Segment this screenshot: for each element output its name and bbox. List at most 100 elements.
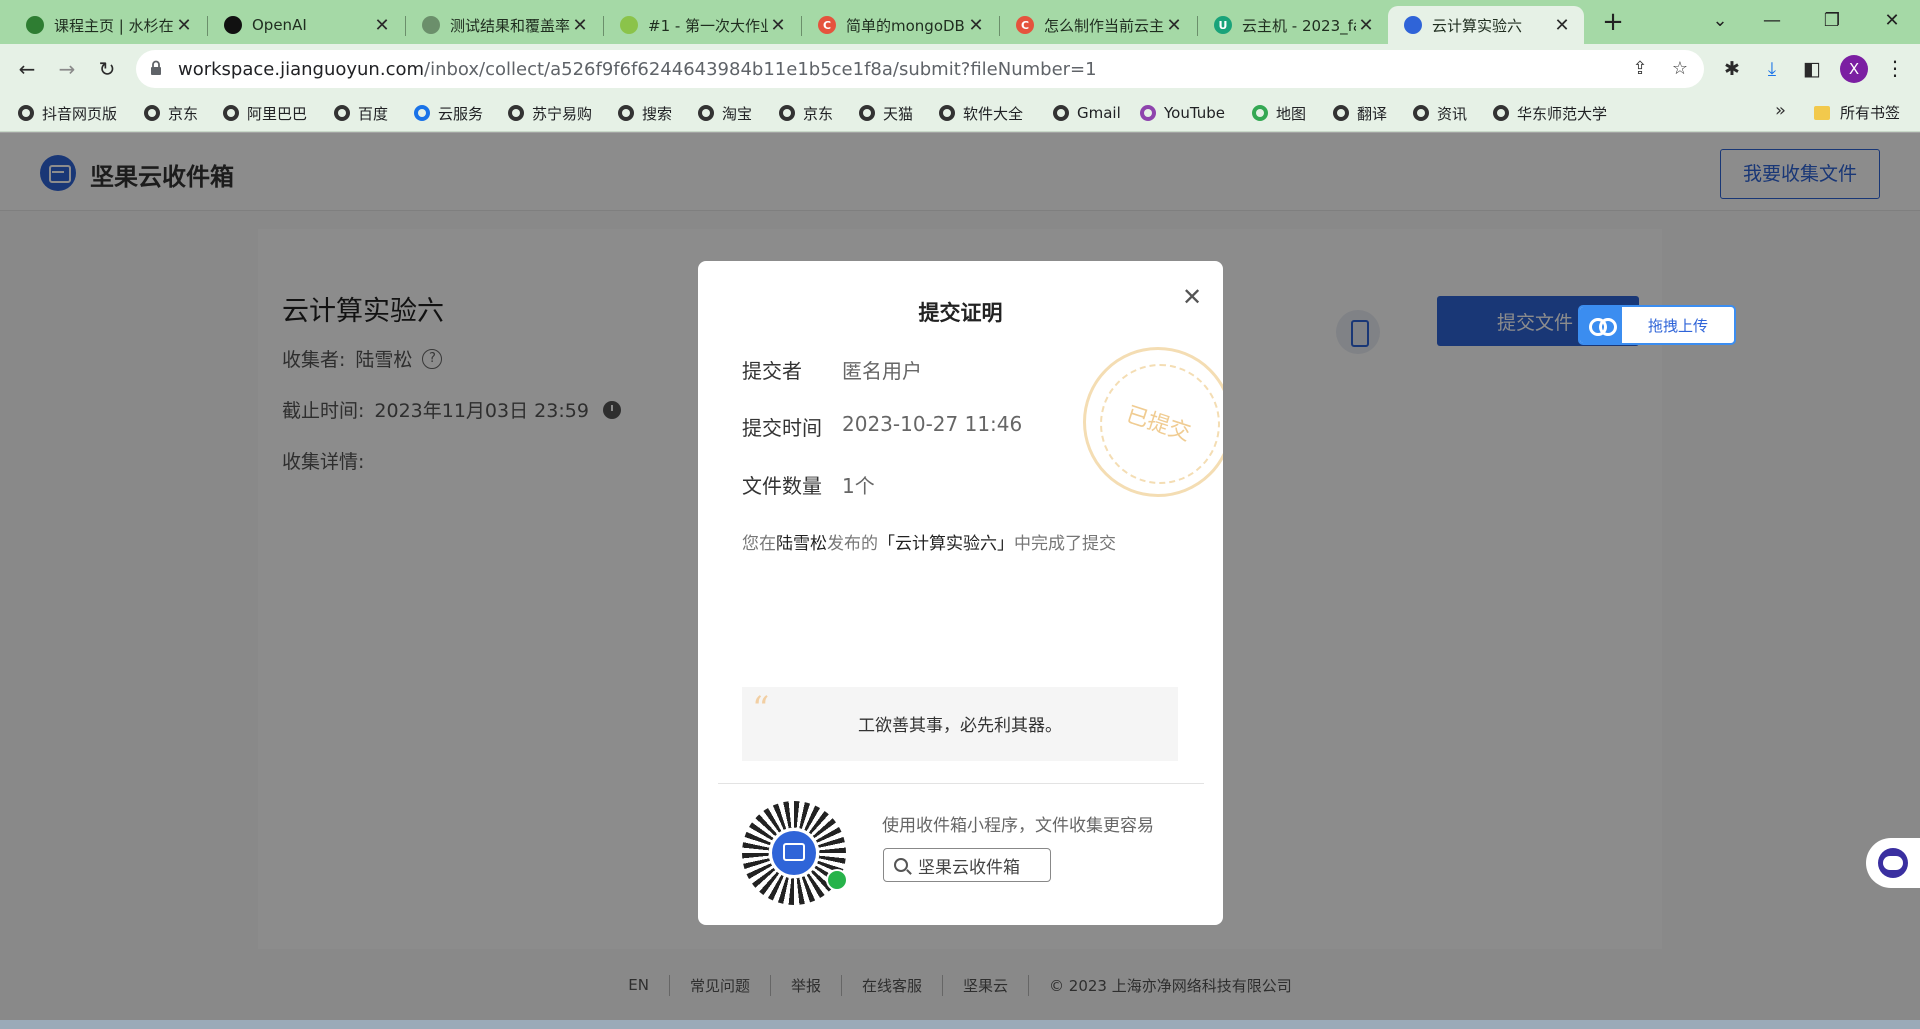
mini-program-search-box[interactable]: 坚果云收件箱 xyxy=(883,848,1051,882)
file-count-label: 文件数量 xyxy=(742,474,822,498)
side-panel-icon[interactable]: ◧ xyxy=(1798,55,1826,83)
bookmark-label: 云服务 xyxy=(438,104,484,123)
bookmark-item[interactable]: Gmail xyxy=(1053,102,1121,124)
close-icon[interactable]: ✕ xyxy=(372,15,392,36)
bookmark-item[interactable]: 京东 xyxy=(779,102,833,124)
inbox-logo-icon xyxy=(772,831,816,875)
globe-icon xyxy=(144,105,160,121)
close-icon[interactable]: ✕ xyxy=(768,15,788,36)
address-bar[interactable]: workspace.jianguoyun.com/inbox/collect/a… xyxy=(136,50,1704,88)
bookmark-label: 阿里巴巴 xyxy=(247,104,308,123)
bookmark-item[interactable]: 搜索 xyxy=(618,102,672,124)
close-icon[interactable]: ✕ xyxy=(1552,15,1572,36)
bookmark-item[interactable]: 软件大全 xyxy=(939,102,1023,124)
globe-icon xyxy=(698,105,714,121)
forward-button[interactable]: → xyxy=(52,54,82,84)
bookmark-item[interactable]: 华东师范大学 xyxy=(1493,102,1607,124)
globe-icon xyxy=(334,105,350,121)
browser-menu-icon[interactable]: ⋮ xyxy=(1880,54,1910,84)
globe-icon xyxy=(1333,105,1349,121)
tab-mongodb[interactable]: C 简单的mongoDB ✕ xyxy=(802,6,998,44)
tab-cloud-host-howto[interactable]: C 怎么制作当前云主 ✕ xyxy=(1000,6,1196,44)
assistant-float-button[interactable] xyxy=(1866,838,1920,888)
url-path: /inbox/collect/a526f9f6f6244643984b11e1b… xyxy=(424,59,1097,80)
close-icon[interactable]: ✕ xyxy=(174,15,194,36)
file-count-value: 1个 xyxy=(842,474,875,498)
tab-favicon-icon: U xyxy=(1214,16,1232,34)
tab-first-assignment[interactable]: #1 - 第一次大作业 ✕ xyxy=(604,6,800,44)
submitter-value: 匿名用户 xyxy=(842,359,922,383)
bookmark-item[interactable]: 淘宝 xyxy=(698,102,752,124)
globe-icon xyxy=(1053,105,1069,121)
restore-button[interactable]: ❐ xyxy=(1812,6,1852,36)
browser-tab-strip: 课程主页 | 水杉在 ✕ OpenAI ✕ 测试结果和覆盖率 ✕ #1 - 第一… xyxy=(0,0,1920,44)
bookmark-item[interactable]: 资讯 xyxy=(1413,102,1467,124)
bookmark-item[interactable]: 苏宁易购 xyxy=(508,102,592,124)
bookmark-item[interactable]: 阿里巴巴 xyxy=(223,102,307,124)
csdn-icon: C xyxy=(818,16,836,34)
share-icon[interactable]: ⇪ xyxy=(1628,58,1652,82)
map-pin-icon xyxy=(1252,105,1268,121)
tab-favicon-icon xyxy=(620,16,638,34)
stamp-text: 已提交 xyxy=(1122,402,1194,447)
close-icon[interactable]: ✕ xyxy=(1164,15,1184,36)
bookmark-label: 搜索 xyxy=(642,104,673,123)
bookmark-item[interactable]: YouTube xyxy=(1140,102,1225,124)
openai-icon xyxy=(422,16,440,34)
tab-course-home[interactable]: 课程主页 | 水杉在 ✕ xyxy=(10,6,206,44)
bookmark-star-icon[interactable]: ☆ xyxy=(1668,58,1692,82)
globe-icon xyxy=(1493,105,1509,121)
bookmark-item[interactable]: 百度 xyxy=(334,102,388,124)
bookmark-label: 资讯 xyxy=(1437,104,1468,123)
download-icon[interactable]: ⤓ xyxy=(1758,55,1786,83)
bookmark-label: 苏宁易购 xyxy=(532,104,593,123)
quote-text: 工欲善其事，必先利其器。 xyxy=(858,716,1062,736)
profile-avatar[interactable]: X xyxy=(1840,55,1868,83)
tab-cloud-host[interactable]: U 云主机 - 2023_fa ✕ xyxy=(1198,6,1388,44)
minimize-button[interactable]: — xyxy=(1752,6,1792,36)
url-host: workspace.jianguoyun.com xyxy=(178,59,425,80)
extensions-icon[interactable]: ✱ xyxy=(1718,55,1746,83)
close-icon[interactable]: ✕ xyxy=(966,15,986,36)
reload-button[interactable]: ↻ xyxy=(92,54,122,84)
globe-icon xyxy=(1413,105,1429,121)
tab-cloud-lab6[interactable]: 云计算实验六 ✕ xyxy=(1388,6,1584,44)
bookmark-item[interactable]: 天猫 xyxy=(859,102,913,124)
bookmark-item[interactable]: 翻译 xyxy=(1333,102,1387,124)
globe-icon xyxy=(779,105,795,121)
bookmark-label: Gmail xyxy=(1077,104,1121,122)
bookmark-item[interactable]: 地图 xyxy=(1252,102,1306,124)
lock-icon[interactable] xyxy=(150,60,162,76)
close-icon[interactable]: ✕ xyxy=(570,15,590,36)
bookmark-item[interactable]: 云服务 xyxy=(414,102,483,124)
bookmark-item[interactable]: 抖音网页版 xyxy=(18,102,117,124)
bookmark-label: 京东 xyxy=(803,104,834,123)
file-count-row: 文件数量 1个 xyxy=(742,470,875,499)
tab-label: #1 - 第一次大作业 xyxy=(648,16,768,35)
tab-test-results[interactable]: 测试结果和覆盖率 ✕ xyxy=(406,6,602,44)
globe-icon xyxy=(939,105,955,121)
bookmarks-bar: 抖音网页版 京东 阿里巴巴 百度 云服务 苏宁易购 搜索 淘宝 京东 天猫 软件… xyxy=(0,94,1920,132)
mini-program-icon xyxy=(826,869,848,891)
new-tab-button[interactable]: + xyxy=(1598,8,1628,38)
tab-search-icon[interactable]: ⌄ xyxy=(1700,6,1740,36)
bookmark-label: 翻译 xyxy=(1357,104,1388,123)
bookmark-label: 百度 xyxy=(358,104,389,123)
bookmark-label: 京东 xyxy=(168,104,199,123)
tab-label: 测试结果和覆盖率 xyxy=(450,16,570,35)
bookmarks-overflow-button[interactable]: » xyxy=(1775,100,1786,121)
msg-prefix: 您在 xyxy=(742,534,776,554)
close-icon[interactable]: ✕ xyxy=(1176,281,1208,313)
window-close-button[interactable]: ✕ xyxy=(1872,6,1912,36)
search-icon xyxy=(894,858,908,872)
bookmark-label: 淘宝 xyxy=(722,104,753,123)
close-icon[interactable]: ✕ xyxy=(1356,15,1376,36)
msg-person: 陆雪松 xyxy=(776,534,827,554)
globe-icon xyxy=(859,105,875,121)
drag-upload-widget[interactable]: 拖拽上传 xyxy=(1578,305,1736,345)
all-bookmarks-folder[interactable]: 所有书签 xyxy=(1814,102,1900,123)
mini-program-description: 使用收件箱小程序，文件收集更容易 xyxy=(882,816,1154,836)
bookmark-item[interactable]: 京东 xyxy=(144,102,198,124)
back-button[interactable]: ← xyxy=(12,54,42,84)
tab-openai[interactable]: OpenAI ✕ xyxy=(208,6,404,44)
